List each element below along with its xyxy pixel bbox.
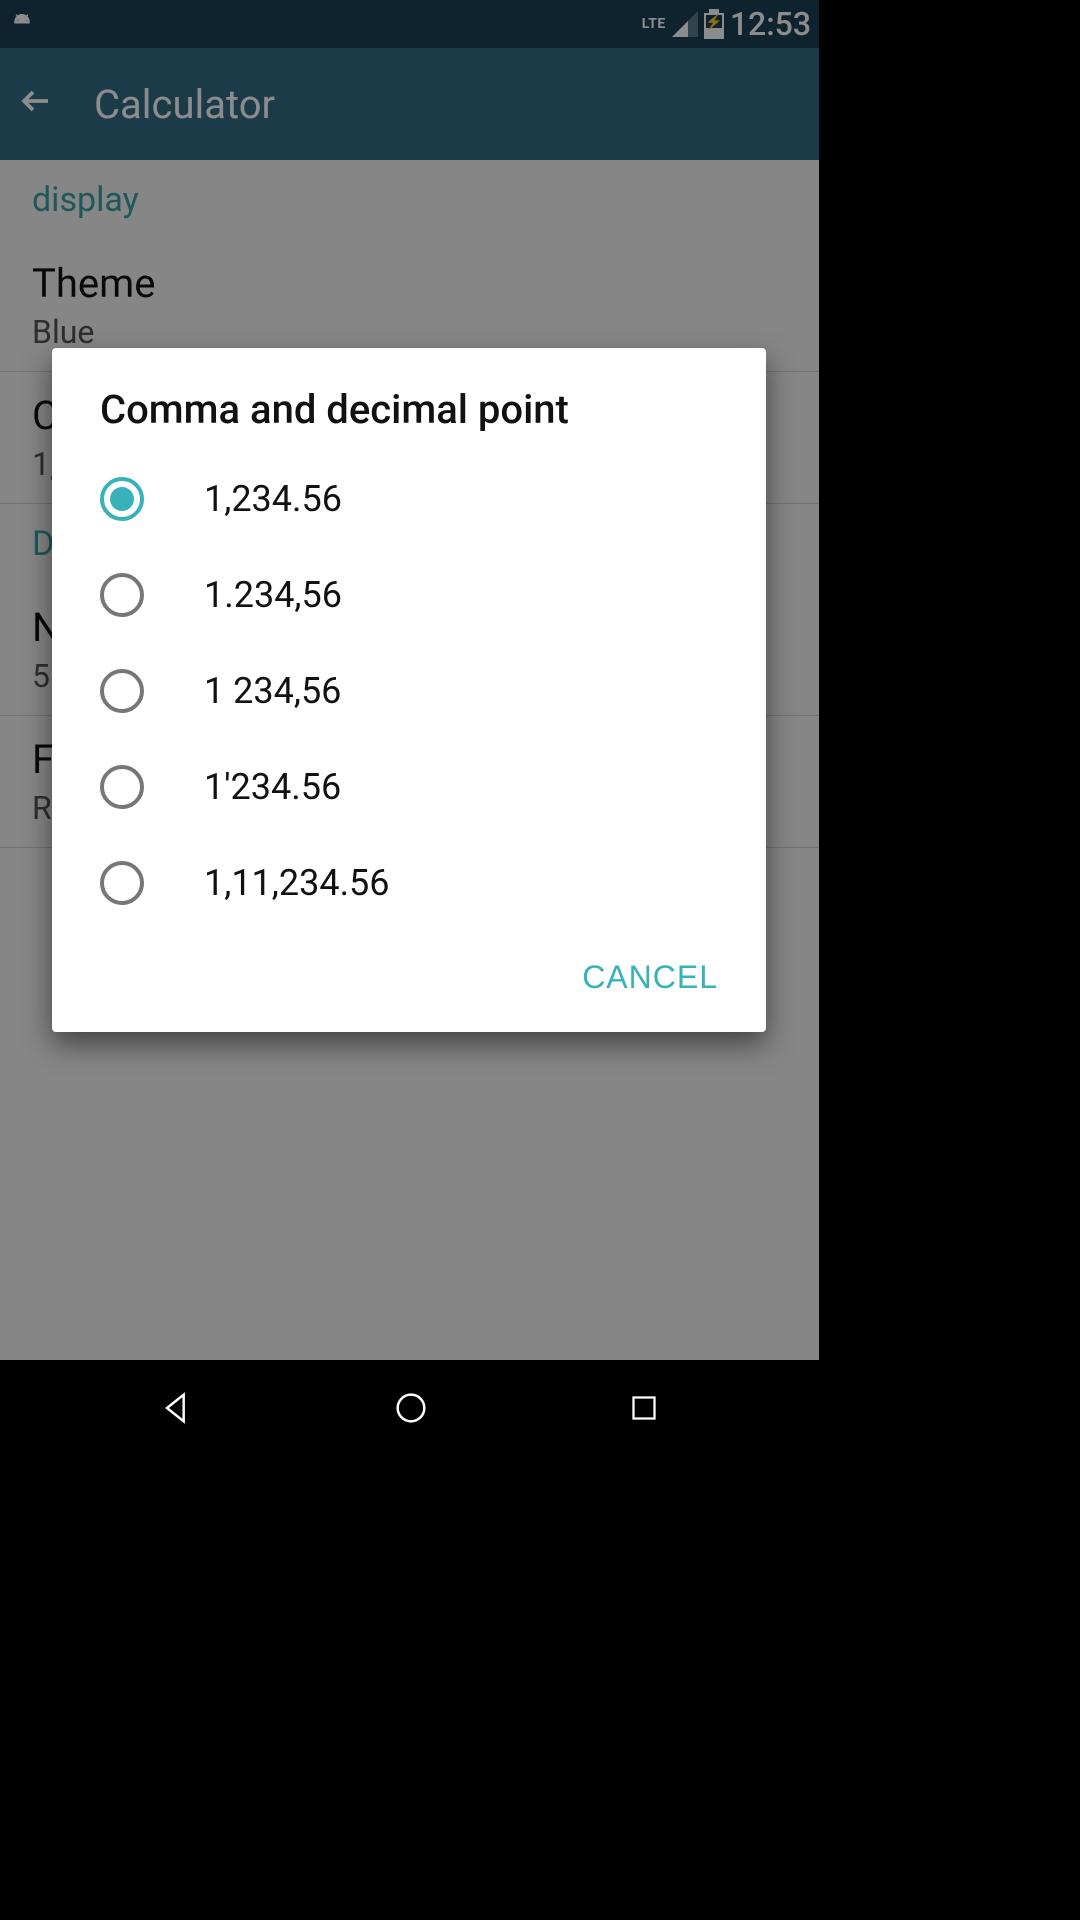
option-label-3: 1'234.56: [204, 766, 341, 808]
option-label-4: 1,11,234.56: [204, 862, 390, 904]
option-row-2[interactable]: 1 234,56: [52, 643, 766, 739]
comma-decimal-dialog: Comma and decimal point 1,234.56 1.234,5…: [52, 348, 766, 1032]
radio-icon: [100, 573, 144, 617]
option-row-0[interactable]: 1,234.56: [52, 451, 766, 547]
radio-icon: [100, 765, 144, 809]
dialog-title: Comma and decimal point: [52, 348, 766, 451]
option-row-3[interactable]: 1'234.56: [52, 739, 766, 835]
nav-home-icon[interactable]: [391, 1388, 431, 1428]
android-navbar: [0, 1360, 819, 1456]
option-label-0: 1,234.56: [204, 478, 342, 520]
option-row-1[interactable]: 1.234,56: [52, 547, 766, 643]
nav-recent-icon[interactable]: [626, 1390, 662, 1426]
cancel-button[interactable]: CANCEL: [582, 959, 718, 996]
option-label-1: 1.234,56: [204, 574, 342, 616]
radio-icon: [100, 861, 144, 905]
nav-back-icon[interactable]: [157, 1388, 197, 1428]
option-label-2: 1 234,56: [204, 670, 341, 712]
radio-icon: [100, 669, 144, 713]
radio-icon: [100, 477, 144, 521]
option-row-4[interactable]: 1,11,234.56: [52, 835, 766, 931]
